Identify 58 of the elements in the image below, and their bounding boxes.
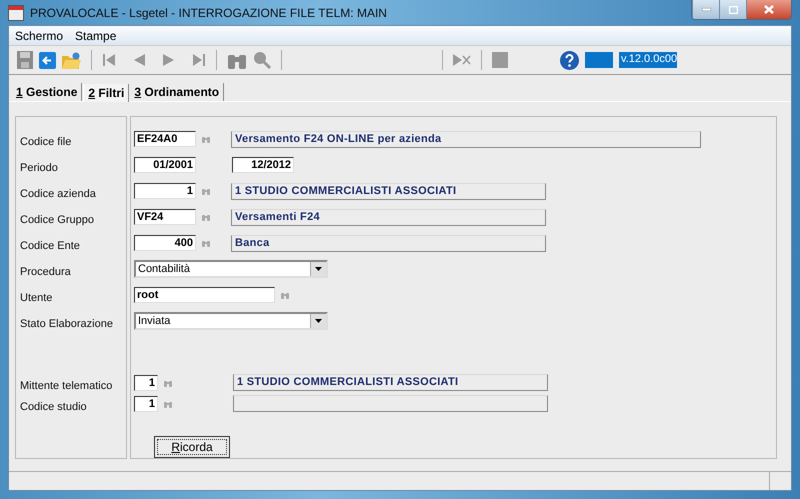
save-icon[interactable] bbox=[17, 51, 33, 69]
last-record-icon[interactable] bbox=[192, 53, 206, 67]
first-record-icon[interactable] bbox=[102, 53, 116, 67]
field-label: Codice studio bbox=[20, 400, 87, 412]
binoculars-icon[interactable] bbox=[202, 239, 210, 247]
binoculars-icon[interactable] bbox=[164, 378, 172, 386]
menu-item[interactable]: Stampe bbox=[75, 28, 116, 42]
field-label: Codice Gruppo bbox=[20, 214, 94, 226]
code-field[interactable]: EF24A0 bbox=[134, 131, 196, 147]
field-label: Utente bbox=[20, 292, 52, 304]
caret-icon bbox=[315, 319, 322, 323]
window-title: PROVALOCALE - Lsgetel - INTERROGAZIONE FILE TELM: MAIN bbox=[30, 6, 388, 20]
folder-icon[interactable] bbox=[62, 52, 81, 68]
code-field[interactable]: 1 bbox=[134, 183, 196, 199]
tab[interactable]: 2 Filtri bbox=[83, 84, 130, 102]
close-button[interactable] bbox=[746, 0, 791, 19]
dropdown[interactable]: Inviata bbox=[134, 312, 328, 330]
description-field: Versamenti F24 bbox=[231, 208, 546, 226]
binoculars-icon[interactable] bbox=[281, 291, 289, 299]
menu-item[interactable]: Schermo bbox=[15, 28, 64, 42]
code-field[interactable]: 1 bbox=[134, 374, 158, 390]
maximize-button[interactable] bbox=[719, 0, 746, 19]
field-label: Codice azienda bbox=[20, 188, 96, 200]
code-field[interactable]: 400 bbox=[134, 235, 196, 251]
binoculars-icon[interactable] bbox=[202, 213, 210, 221]
field-label: Procedura bbox=[20, 266, 71, 278]
binoculars-icon[interactable] bbox=[164, 400, 172, 408]
maximize-icon bbox=[728, 6, 738, 14]
field-label: Codice file bbox=[20, 136, 72, 148]
play-cancel-icon[interactable] bbox=[453, 54, 471, 66]
period-from-field[interactable]: 01/2001 bbox=[134, 157, 196, 173]
help-icon[interactable] bbox=[560, 50, 579, 70]
version-label: v.12.0.0c00 bbox=[619, 52, 677, 68]
description-field: 1 STUDIO COMMERCIALISTI ASSOCIATI bbox=[231, 182, 546, 200]
field-label: Codice Ente bbox=[20, 240, 80, 252]
description-field: 1 STUDIO COMMERCIALISTI ASSOCIATI bbox=[233, 374, 548, 391]
code-field[interactable]: 1 bbox=[134, 396, 158, 412]
dropdown[interactable]: Contabilità bbox=[134, 260, 328, 278]
field-label: Stato Elaborazione bbox=[20, 318, 113, 330]
binoculars-icon[interactable] bbox=[202, 187, 210, 195]
minimize-icon bbox=[702, 8, 710, 11]
description-field: Banca bbox=[231, 234, 546, 252]
user-field[interactable]: root bbox=[134, 287, 275, 303]
period-to-field[interactable]: 12/2012 bbox=[232, 157, 294, 173]
minimize-button[interactable] bbox=[692, 0, 719, 19]
caret-icon bbox=[315, 267, 322, 271]
previous-icon[interactable] bbox=[134, 54, 145, 66]
search-icon[interactable] bbox=[253, 51, 271, 69]
next-icon[interactable] bbox=[163, 54, 174, 66]
save-filter-button[interactable]: Ricorda bbox=[154, 436, 230, 458]
code-field[interactable]: VF24 bbox=[134, 209, 196, 225]
status-indicator bbox=[585, 52, 613, 68]
description-field: Versamento F24 ON-LINE per azienda bbox=[231, 130, 701, 148]
close-icon bbox=[764, 5, 774, 14]
field-label: Mittente telematico bbox=[20, 380, 112, 392]
field-label: Periodo bbox=[20, 162, 58, 174]
app-icon bbox=[8, 4, 24, 20]
binoculars-icon[interactable] bbox=[202, 135, 210, 143]
